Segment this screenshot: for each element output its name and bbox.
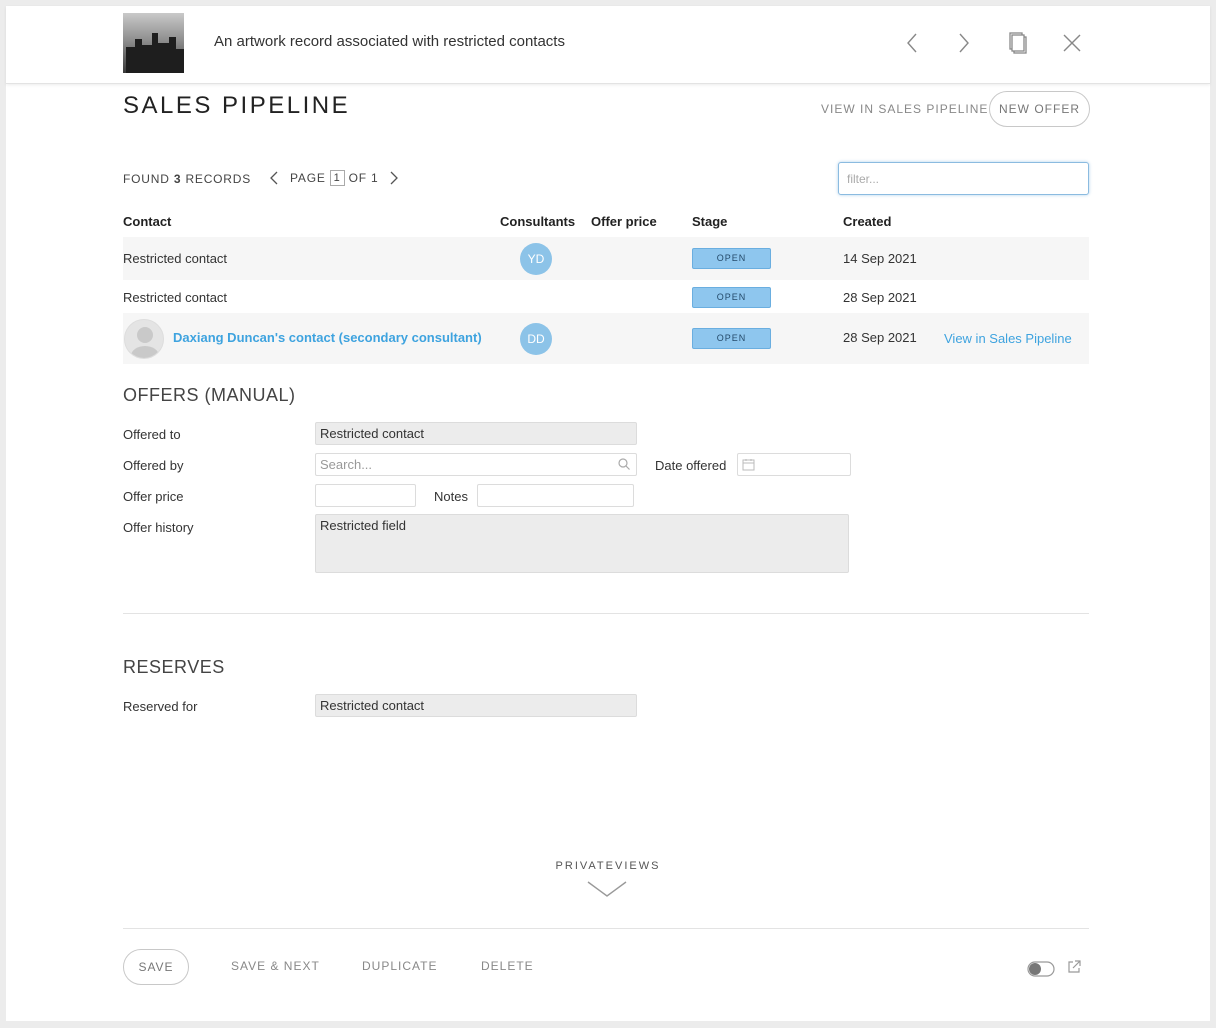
reserved-for-label: Reserved for <box>123 699 198 714</box>
view-in-sales-pipeline-row-link[interactable]: View in Sales Pipeline <box>944 331 1072 346</box>
consultant-avatar: DD <box>520 323 552 355</box>
table-row[interactable]: Restricted contact OPEN 28 Sep 2021 <box>123 280 1089 313</box>
offer-history-label: Offer history <box>123 520 194 535</box>
record-header: An artwork record associated with restri… <box>6 6 1210 84</box>
toggle-switch[interactable] <box>1027 961 1055 977</box>
person-avatar-icon <box>124 319 164 359</box>
artwork-thumbnail[interactable] <box>123 13 184 73</box>
found-suffix: RECORDS <box>185 172 252 186</box>
created-date: 14 Sep 2021 <box>843 251 917 266</box>
copy-icon[interactable] <box>1005 28 1035 58</box>
column-offer-price: Offer price <box>591 214 657 229</box>
save-button[interactable]: SAVE <box>123 949 189 985</box>
table-row[interactable]: Daxiang Duncan's contact (secondary cons… <box>123 313 1089 364</box>
offered-by-search-input[interactable] <box>315 453 637 476</box>
offered-to-label: Offered to <box>123 427 181 442</box>
duplicate-button[interactable]: DUPLICATE <box>362 959 437 973</box>
contact-name: Restricted contact <box>123 251 228 266</box>
delete-button[interactable]: DELETE <box>481 959 534 973</box>
privateviews-label[interactable]: PRIVATEVIEWS <box>6 860 1210 872</box>
consultant-avatar: YD <box>520 243 552 275</box>
column-created: Created <box>843 214 892 229</box>
sales-pipeline-title: SALES PIPELINE <box>123 92 351 119</box>
date-offered-input[interactable] <box>737 453 851 476</box>
created-date: 28 Sep 2021 <box>843 290 917 305</box>
record-panel: An artwork record associated with restri… <box>6 6 1210 1021</box>
offer-price-input[interactable] <box>315 484 416 507</box>
footer-divider <box>123 928 1089 929</box>
offers-title: OFFERS (MANUAL) <box>123 385 296 405</box>
page-next-icon[interactable] <box>386 170 400 186</box>
notes-label: Notes <box>434 489 468 504</box>
offer-price-label: Offer price <box>123 489 184 504</box>
save-next-button[interactable]: SAVE & NEXT <box>231 959 320 973</box>
section-divider <box>123 613 1089 614</box>
column-stage: Stage <box>692 214 728 229</box>
table-row[interactable]: Restricted contact YD OPEN 14 Sep 2021 <box>123 237 1089 280</box>
stage-badge[interactable]: OPEN <box>692 328 771 349</box>
page-of: OF 1 <box>348 171 379 185</box>
close-icon[interactable] <box>1057 28 1087 58</box>
column-consultants: Consultants <box>500 214 576 229</box>
record-title: An artwork record associated with restri… <box>214 33 565 50</box>
stage-badge[interactable]: OPEN <box>692 287 771 308</box>
view-in-sales-pipeline-link[interactable]: VIEW IN SALES PIPELINE <box>821 102 988 116</box>
filter-input[interactable] <box>838 162 1089 195</box>
stage-badge[interactable]: OPEN <box>692 248 771 269</box>
page-label: PAGE <box>290 171 326 185</box>
external-link-icon[interactable] <box>1066 959 1082 975</box>
contact-link[interactable]: Daxiang Duncan's contact (secondary cons… <box>173 330 482 345</box>
chevron-right-icon[interactable] <box>949 28 979 58</box>
reserves-title: RESERVES <box>123 657 225 677</box>
contact-name: Restricted contact <box>123 290 228 305</box>
notes-input[interactable] <box>477 484 634 507</box>
offered-to-field: Restricted contact <box>315 422 637 445</box>
search-icon <box>617 457 631 471</box>
reserved-for-field: Restricted contact <box>315 694 637 717</box>
chevron-left-icon[interactable] <box>897 28 927 58</box>
offer-history-field: Restricted field <box>315 514 849 573</box>
page-prev-icon[interactable] <box>268 170 282 186</box>
found-count: 3 <box>173 172 182 186</box>
offered-by-label: Offered by <box>123 458 184 473</box>
new-offer-button[interactable]: NEW OFFER <box>989 91 1090 127</box>
found-prefix: FOUND <box>123 172 170 186</box>
pagination: PAGE 1 OF 1 <box>268 170 400 186</box>
calendar-icon[interactable] <box>742 458 755 474</box>
page-number-input[interactable]: 1 <box>329 170 345 186</box>
date-offered-label: Date offered <box>655 458 727 473</box>
chevron-down-icon[interactable] <box>586 879 628 899</box>
records-count: FOUND 3 RECORDS <box>123 172 251 186</box>
column-contact: Contact <box>123 214 172 229</box>
created-date: 28 Sep 2021 <box>843 330 917 345</box>
